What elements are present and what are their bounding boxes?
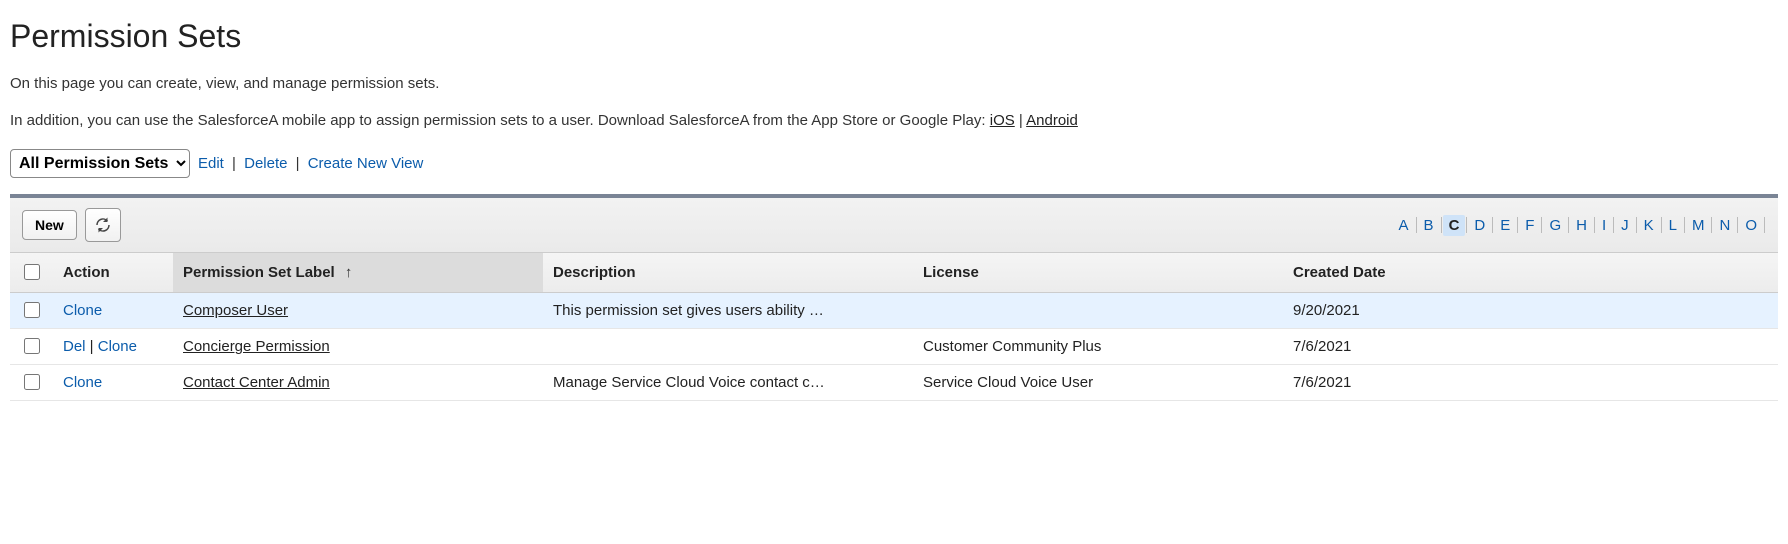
alpha-letter-d[interactable]: D xyxy=(1468,215,1491,236)
alpha-letter-g[interactable]: G xyxy=(1543,215,1567,236)
alpha-letter-l[interactable]: L xyxy=(1663,215,1683,236)
row-license-cell: Service Cloud Voice User xyxy=(913,365,1283,401)
divider xyxy=(1636,217,1637,233)
row-license-cell: Customer Community Plus xyxy=(913,329,1283,365)
row-created-date-cell: 9/20/2021 xyxy=(1283,293,1778,329)
alpha-letter-j[interactable]: J xyxy=(1615,215,1635,236)
header-license[interactable]: License xyxy=(913,253,1283,293)
header-label[interactable]: Permission Set Label ↑ xyxy=(173,253,543,293)
permission-set-link[interactable]: Composer User xyxy=(183,302,288,319)
intro-text-1: On this page you can create, view, and m… xyxy=(10,75,1778,92)
view-controls: All Permission Sets Edit | Delete | Crea… xyxy=(10,149,1778,178)
header-checkbox-cell xyxy=(10,253,53,293)
row-checkbox[interactable] xyxy=(24,374,40,390)
row-checkbox[interactable] xyxy=(24,338,40,354)
intro-text-2: In addition, you can use the SalesforceA… xyxy=(10,112,1778,129)
divider xyxy=(1568,217,1569,233)
row-checkbox-cell xyxy=(10,365,53,401)
permission-set-link[interactable]: Concierge Permission xyxy=(183,338,330,355)
divider xyxy=(1737,217,1738,233)
divider xyxy=(1613,217,1614,233)
refresh-icon xyxy=(94,216,112,234)
separator: | xyxy=(232,155,236,172)
separator: | xyxy=(86,338,98,355)
create-new-view-link[interactable]: Create New View xyxy=(308,155,424,172)
row-description-cell: Manage Service Cloud Voice contact c… xyxy=(543,365,913,401)
divider xyxy=(1517,217,1518,233)
row-checkbox-cell xyxy=(10,329,53,365)
row-action-cell: Clone xyxy=(53,293,173,329)
row-description-cell xyxy=(543,329,913,365)
row-label-cell: Concierge Permission xyxy=(173,329,543,365)
table-row: Clone Composer User This permission set gi… xyxy=(10,293,1778,329)
permission-set-link[interactable]: Contact Center Admin xyxy=(183,374,330,391)
row-label-cell: Composer User xyxy=(173,293,543,329)
divider xyxy=(1492,217,1493,233)
row-created-date-cell: 7/6/2021 xyxy=(1283,329,1778,365)
ios-link[interactable]: iOS xyxy=(990,112,1015,129)
row-action-cell: Del | Clone xyxy=(53,329,173,365)
delete-view-link[interactable]: Delete xyxy=(244,155,287,172)
divider xyxy=(1541,217,1542,233)
clone-link[interactable]: Clone xyxy=(63,374,102,391)
alpha-letter-m[interactable]: M xyxy=(1686,215,1711,236)
row-checkbox-cell xyxy=(10,293,53,329)
view-select[interactable]: All Permission Sets xyxy=(10,149,190,178)
divider xyxy=(1441,217,1442,233)
divider xyxy=(1711,217,1712,233)
intro-text-2-pre: In addition, you can use the SalesforceA… xyxy=(10,112,990,129)
divider xyxy=(1466,217,1467,233)
clone-link[interactable]: Clone xyxy=(63,302,102,319)
divider xyxy=(1684,217,1685,233)
edit-view-link[interactable]: Edit xyxy=(198,155,224,172)
alpha-letter-i[interactable]: I xyxy=(1596,215,1612,236)
row-description-cell: This permission set gives users ability … xyxy=(543,293,913,329)
view-links: Edit | Delete | Create New View xyxy=(198,155,423,172)
sort-ascending-icon: ↑ xyxy=(345,264,353,281)
permission-sets-table: Action Permission Set Label ↑ Descriptio… xyxy=(10,253,1778,401)
divider xyxy=(1764,217,1765,233)
alpha-letter-c[interactable]: C xyxy=(1443,215,1466,236)
row-action-cell: Clone xyxy=(53,365,173,401)
table-row: Clone Contact Center Admin Manage Service … xyxy=(10,365,1778,401)
alpha-letter-b[interactable]: B xyxy=(1418,215,1440,236)
alpha-letter-k[interactable]: K xyxy=(1638,215,1660,236)
new-button[interactable]: New xyxy=(22,210,77,240)
divider xyxy=(1416,217,1417,233)
divider xyxy=(1594,217,1595,233)
row-created-date-cell: 7/6/2021 xyxy=(1283,365,1778,401)
alpha-letter-o[interactable]: O xyxy=(1739,215,1763,236)
divider xyxy=(1661,217,1662,233)
header-description[interactable]: Description xyxy=(543,253,913,293)
alpha-filter: ABCDEFGHIJKLMNO xyxy=(1393,215,1766,236)
clone-link[interactable]: Clone xyxy=(98,338,137,355)
header-created-date[interactable]: Created Date xyxy=(1283,253,1778,293)
list-container: New ABCDEFGHIJKLMNO xyxy=(10,194,1778,401)
row-label-cell: Contact Center Admin xyxy=(173,365,543,401)
alpha-letter-e[interactable]: E xyxy=(1494,215,1516,236)
list-toolbar: New ABCDEFGHIJKLMNO xyxy=(10,198,1778,253)
table-row: Del | Clone Concierge Permission Customer … xyxy=(10,329,1778,365)
del-link[interactable]: Del xyxy=(63,338,86,355)
android-link[interactable]: Android xyxy=(1026,112,1078,129)
header-action[interactable]: Action xyxy=(53,253,173,293)
row-license-cell xyxy=(913,293,1283,329)
header-label-text: Permission Set Label xyxy=(183,264,335,281)
page-title: Permission Sets xyxy=(10,18,1778,55)
refresh-button[interactable] xyxy=(85,208,121,242)
separator: | xyxy=(296,155,300,172)
link-separator: | xyxy=(1015,112,1026,129)
select-all-checkbox[interactable] xyxy=(24,264,40,280)
alpha-letter-f[interactable]: F xyxy=(1519,215,1540,236)
row-checkbox[interactable] xyxy=(24,302,40,318)
alpha-letter-a[interactable]: A xyxy=(1393,215,1415,236)
table-header-row: Action Permission Set Label ↑ Descriptio… xyxy=(10,253,1778,293)
alpha-letter-h[interactable]: H xyxy=(1570,215,1593,236)
alpha-letter-n[interactable]: N xyxy=(1713,215,1736,236)
